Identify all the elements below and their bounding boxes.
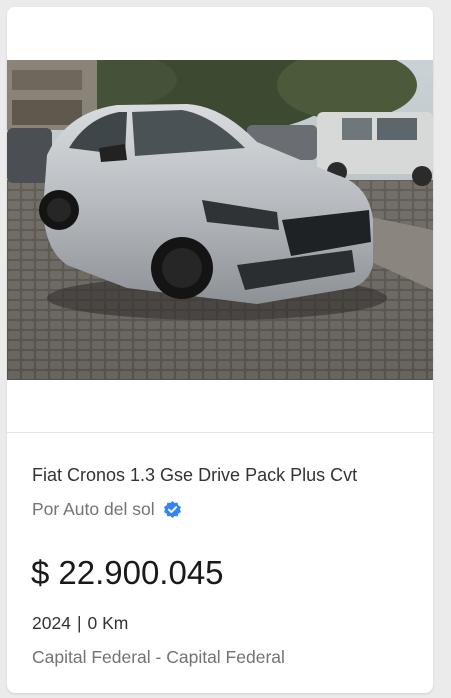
listing-image-area[interactable] [7,7,433,433]
year: 2024 [32,613,71,633]
verified-badge-icon [163,500,181,519]
mileage: 0 Km [87,613,129,633]
listing-card[interactable]: Fiat Cronos 1.3 Gse Drive Pack Plus Cvt … [7,7,433,693]
seller-info: Por Auto del sol [32,499,182,520]
price-amount: 22.900.045 [58,554,224,591]
seller-name: Por Auto del sol [32,499,155,519]
listing-attributes: 2024 | 0 Km [32,613,128,634]
listing-photo[interactable] [7,60,433,380]
currency-symbol: $ [31,554,50,591]
listing-location: Capital Federal - Capital Federal [32,647,285,667]
listing-price: $ 22.900.045 [31,554,224,592]
attribute-separator: | [76,613,82,633]
listing-title[interactable]: Fiat Cronos 1.3 Gse Drive Pack Plus Cvt [32,465,422,486]
